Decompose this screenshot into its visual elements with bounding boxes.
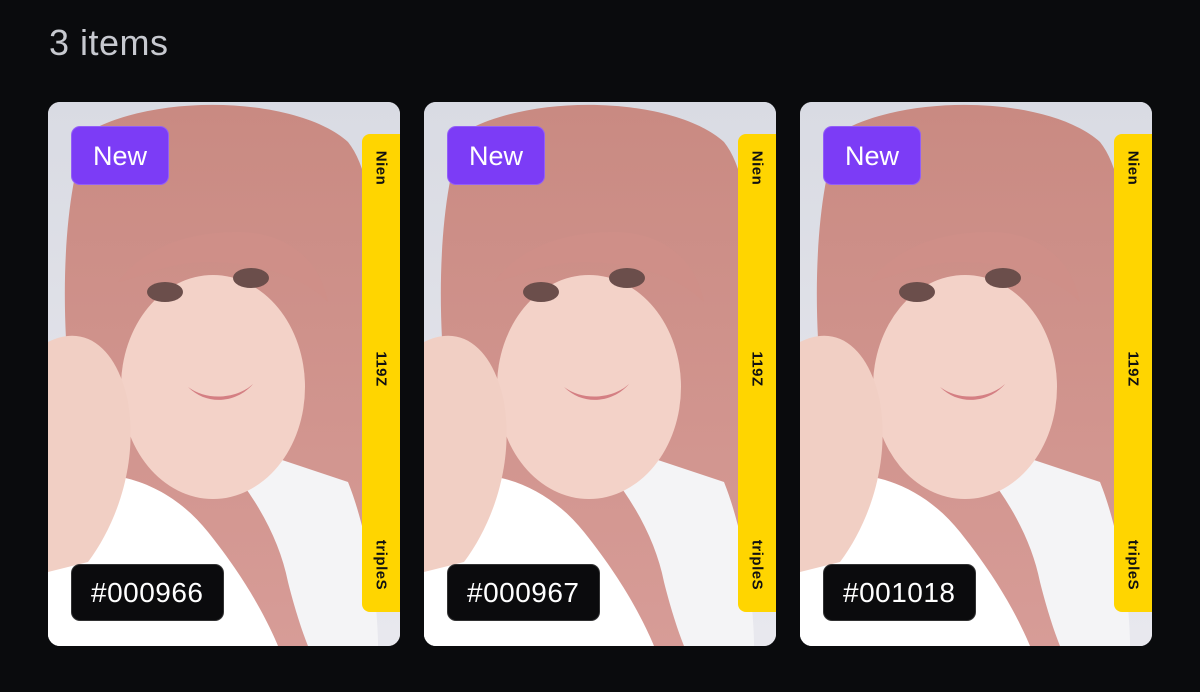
member-name: Nien [372,150,390,186]
card-info-band: Nien 119Z tripleS [738,134,776,612]
card-info-band: Nien 119Z tripleS [1114,134,1152,612]
serial-number: #000966 [71,564,224,621]
card-info-band: Nien 119Z tripleS [362,134,400,612]
group-name: tripleS [372,539,390,591]
serial-number: #000967 [447,564,600,621]
group-name: tripleS [1124,539,1142,591]
objekt-list-page: 3 items New Nien 119Z tripleS #000966 Ne… [0,0,1200,692]
photocard[interactable]: New Nien 119Z tripleS #001018 [800,102,1152,646]
group-name: tripleS [748,539,766,591]
item-count: 3 items [49,22,169,63]
new-badge: New [71,126,169,185]
member-name: Nien [748,150,766,186]
season-code: 119Z [1124,351,1142,387]
season-code: 119Z [372,351,390,387]
member-name: Nien [1124,150,1142,186]
photocard[interactable]: New Nien 119Z tripleS #000967 [424,102,776,646]
new-badge: New [447,126,545,185]
serial-number: #001018 [823,564,976,621]
season-code: 119Z [748,351,766,387]
new-badge: New [823,126,921,185]
photocard[interactable]: New Nien 119Z tripleS #000966 [48,102,400,646]
card-grid: New Nien 119Z tripleS #000966 New Nien 1… [48,102,1152,646]
